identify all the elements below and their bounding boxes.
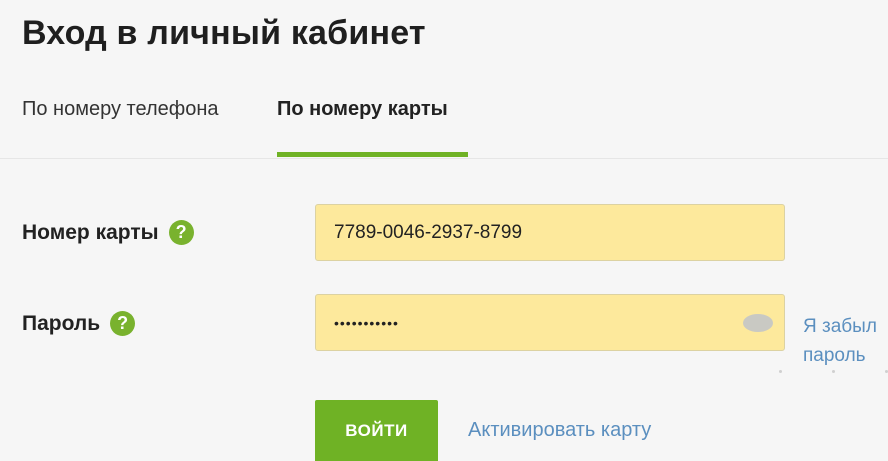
card-number-label-row: Номер карты ? [22,220,194,245]
active-tab-indicator [277,152,468,157]
divider-dots [779,370,888,374]
card-help-icon[interactable]: ? [168,220,194,245]
eye-icon[interactable] [742,312,774,334]
login-method-tabs: По номеру телефона По номеру карты [0,94,888,159]
card-number-label: Номер карты [22,220,159,244]
password-label: Пароль [22,311,101,335]
password-help-icon[interactable]: ? [110,311,136,336]
password-label-row: Пароль ? [22,311,136,336]
activate-card-link[interactable]: Активировать карту [468,419,651,442]
tab-phone-number[interactable]: По номеру телефона [22,98,218,121]
card-number-input[interactable] [315,204,785,261]
password-input[interactable] [315,294,785,351]
page-title: Вход в личный кабинет [22,14,426,52]
login-button[interactable]: ВОЙТИ [315,400,438,461]
forgot-password-link[interactable]: Я забыл пароль [803,312,888,370]
tab-card-number[interactable]: По номеру карты [277,98,448,121]
